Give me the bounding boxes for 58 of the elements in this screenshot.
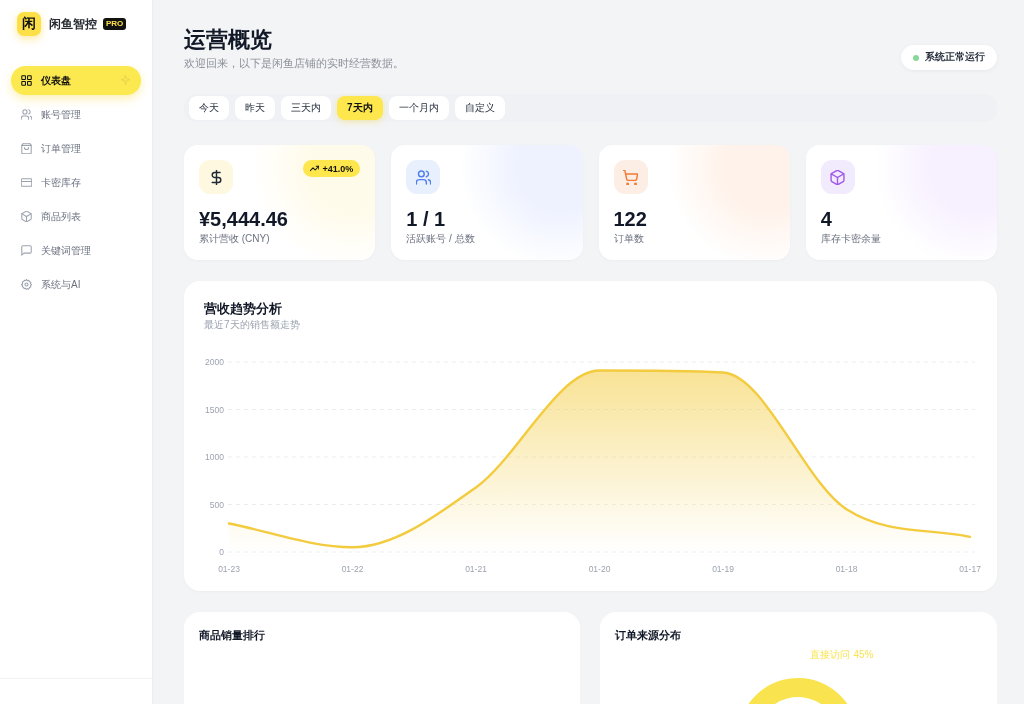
slice-label: 直接访问: [810, 648, 851, 660]
y-axis-label: 1000: [205, 452, 224, 462]
settings-icon: [21, 279, 32, 290]
stat-label: 累计营收 (CNY): [199, 233, 271, 245]
trend-up-icon: [310, 164, 320, 173]
date-tab[interactable]: 昨天: [235, 96, 275, 120]
date-tab[interactable]: 今天: [189, 96, 229, 120]
chart-title: 营收趋势分析: [204, 301, 283, 317]
x-axis-label: 01-20: [588, 564, 611, 574]
stat-label: 订单数: [613, 233, 645, 245]
stat-label: 库存卡密余量: [820, 233, 882, 245]
stat-label: 活跃账号 / 总数: [406, 233, 476, 245]
users-icon: [21, 109, 32, 120]
box-icon: [820, 160, 855, 194]
pro-badge: PRO: [103, 18, 127, 30]
stat-value: 1 / 1: [406, 207, 447, 231]
cart-icon: [613, 160, 648, 194]
card-title: 订单来源分布: [615, 629, 682, 641]
bag-icon: [21, 143, 32, 154]
y-axis-label: 500: [209, 499, 224, 510]
x-axis-label: 01-23: [218, 564, 240, 574]
y-axis-label: 2000: [205, 357, 224, 367]
card-title: 商品销量排行: [199, 629, 266, 641]
y-axis-label: 1500: [205, 404, 224, 415]
x-axis-label: 01-22: [341, 564, 364, 574]
x-axis-label: 01-17: [959, 564, 981, 574]
chat-bubble-icon: [21, 245, 32, 256]
nav-item[interactable]: 仪表盘: [11, 66, 141, 95]
chart-subtitle: 最近7天的销售额走势: [204, 319, 301, 331]
nav-item[interactable]: 商品列表: [11, 202, 141, 231]
x-axis-label: 01-21: [465, 564, 487, 574]
logo-mark: 闲: [17, 12, 41, 36]
stat-value: ¥5,444.46: [199, 207, 289, 231]
date-tab[interactable]: 自定义: [454, 96, 505, 120]
stat-value: 122: [613, 207, 648, 231]
date-tab[interactable]: 一个月内: [388, 96, 449, 120]
change-value: +41.0%: [322, 163, 354, 174]
stat-value: 4: [820, 207, 833, 231]
dollar-icon: [199, 160, 233, 194]
box-icon: [21, 211, 32, 222]
x-axis-label: 01-18: [835, 564, 858, 574]
date-tab[interactable]: 三天内: [281, 96, 331, 120]
nav-item[interactable]: 关键词管理: [11, 236, 141, 265]
nav-item[interactable]: 卡密库存: [11, 168, 141, 197]
users-icon: [406, 160, 441, 194]
y-axis-label: 0: [219, 547, 224, 557]
page-title: 运营概览: [184, 27, 273, 53]
nav-item[interactable]: 账号管理: [11, 100, 141, 129]
slice-value: 45%: [853, 648, 874, 660]
date-tab[interactable]: 7天内: [337, 96, 383, 120]
status-label: 系统正常运行: [925, 51, 985, 64]
page-subtitle: 欢迎回来，以下是闲鱼店铺的实时经营数据。: [184, 56, 404, 70]
nav-item[interactable]: 订单管理: [11, 134, 141, 163]
brand-name: 闲鱼智控: [49, 15, 97, 33]
nav-item[interactable]: 系统与AI: [11, 270, 141, 299]
grid-icon: [21, 75, 32, 86]
card-icon: [21, 177, 32, 188]
x-axis-label: 01-19: [712, 564, 734, 574]
